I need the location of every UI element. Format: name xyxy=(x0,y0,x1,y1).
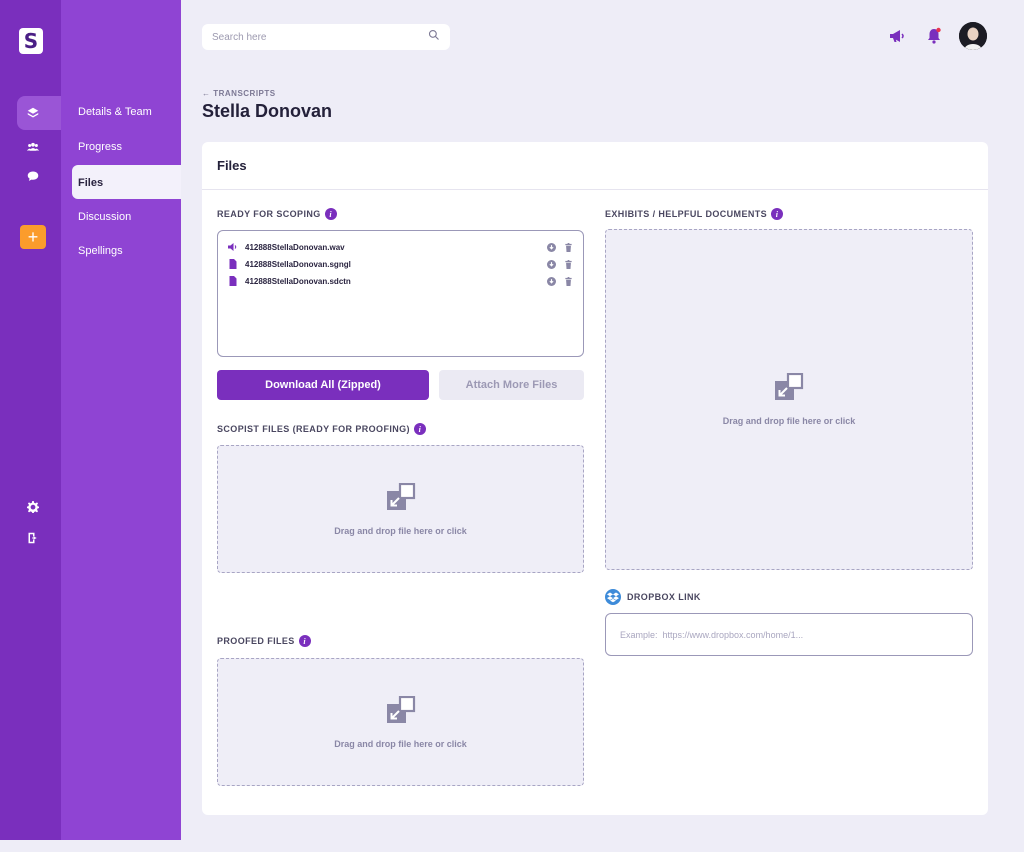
upload-icon xyxy=(774,372,804,406)
info-icon[interactable]: i xyxy=(771,208,784,220)
attach-more-files-button[interactable]: Attach More Files xyxy=(439,370,584,400)
dropzone-text: Drag and drop file here or click xyxy=(334,738,467,749)
dropzone-text: Drag and drop file here or click xyxy=(334,525,467,536)
search-bar xyxy=(202,24,450,50)
file-row: 412888StellaDonovan.wav xyxy=(228,240,573,254)
proofed-files-header: PROOFED FILES i xyxy=(217,635,311,647)
subnav-item-files[interactable]: Files xyxy=(78,177,103,189)
dropbox-icon xyxy=(605,589,621,605)
files-card: Files READY FOR SCOPING i 412888StellaDo… xyxy=(202,142,988,815)
add-button[interactable]: + xyxy=(20,225,46,249)
dropzone-text: Drag and drop file here or click xyxy=(722,416,856,426)
file-name[interactable]: 412888StellaDonovan.sdctn xyxy=(245,277,539,286)
exhibits-label: EXHIBITS / HELPFUL DOCUMENTS xyxy=(605,209,768,219)
section-nav: Details & Team Progress Files Discussion… xyxy=(61,0,181,840)
proofed-files-dropzone[interactable]: Drag and drop file here or click xyxy=(217,658,584,786)
layers-icon[interactable] xyxy=(26,106,40,120)
download-icon[interactable] xyxy=(547,242,556,252)
scoping-file-list: 412888StellaDonovan.wav 412888StellaDono… xyxy=(217,230,584,357)
trash-icon[interactable] xyxy=(564,259,573,269)
file-name[interactable]: 412888StellaDonovan.wav xyxy=(245,243,539,252)
file-icon xyxy=(229,259,237,269)
file-row: 412888StellaDonovan.sgngl xyxy=(228,257,573,271)
subnav-item-spellings[interactable]: Spellings xyxy=(78,245,123,257)
subnav-item-discussion[interactable]: Discussion xyxy=(78,211,131,223)
download-icon[interactable] xyxy=(547,276,556,286)
file-name[interactable]: 412888StellaDonovan.sgngl xyxy=(245,260,539,269)
add-icon: + xyxy=(27,227,39,247)
file-row: 412888StellaDonovan.sdctn xyxy=(228,274,573,288)
notification-bell-icon[interactable] xyxy=(925,27,943,45)
scopist-files-header: SCOPIST FILES (READY FOR PROOFING) i xyxy=(217,423,426,435)
search-icon[interactable] xyxy=(428,28,440,46)
trash-icon[interactable] xyxy=(564,276,573,286)
download-icon[interactable] xyxy=(547,259,556,269)
exhibits-header: EXHIBITS / HELPFUL DOCUMENTS i xyxy=(605,208,784,220)
ready-for-scoping-label: READY FOR SCOPING xyxy=(217,209,321,219)
search-input[interactable] xyxy=(212,31,428,43)
chat-icon[interactable] xyxy=(26,169,40,183)
page-title: Stella Donovan xyxy=(202,101,333,121)
team-icon[interactable] xyxy=(26,140,40,154)
trash-icon[interactable] xyxy=(564,242,573,252)
app-rail: S + xyxy=(0,0,61,840)
subnav-item-details-team[interactable]: Details & Team xyxy=(78,106,152,118)
card-title: Files xyxy=(217,158,247,173)
subnav-item-progress[interactable]: Progress xyxy=(78,141,122,153)
info-icon[interactable]: i xyxy=(324,208,337,220)
scopist-files-dropzone[interactable]: Drag and drop file here or click xyxy=(217,445,584,573)
file-icon xyxy=(229,276,237,286)
download-all-button[interactable]: Download All (Zipped) xyxy=(217,370,429,400)
scopist-files-label: SCOPIST FILES (READY FOR PROOFING) xyxy=(217,424,410,434)
settings-icon[interactable] xyxy=(26,500,40,514)
exhibits-dropzone[interactable]: Drag and drop file here or click xyxy=(605,229,973,570)
dropbox-link-input[interactable] xyxy=(605,613,973,656)
app-logo[interactable]: S xyxy=(19,28,43,54)
logout-icon[interactable] xyxy=(26,531,40,545)
breadcrumb[interactable]: ← TRANSCRIPTS xyxy=(202,89,276,98)
proofed-files-label: PROOFED FILES xyxy=(217,636,295,646)
card-divider xyxy=(202,189,988,190)
audio-icon xyxy=(228,243,237,251)
dropbox-label: DROPBOX LINK xyxy=(627,592,701,602)
upload-icon xyxy=(386,482,416,516)
logo-letter: S xyxy=(23,29,39,53)
megaphone-icon[interactable] xyxy=(888,27,906,45)
upload-icon xyxy=(386,695,416,729)
user-avatar[interactable] xyxy=(959,22,987,50)
info-icon[interactable]: i xyxy=(298,635,311,647)
info-icon[interactable]: i xyxy=(413,423,426,435)
ready-for-scoping-header: READY FOR SCOPING i xyxy=(217,208,337,220)
dropbox-header: DROPBOX LINK xyxy=(605,589,701,605)
